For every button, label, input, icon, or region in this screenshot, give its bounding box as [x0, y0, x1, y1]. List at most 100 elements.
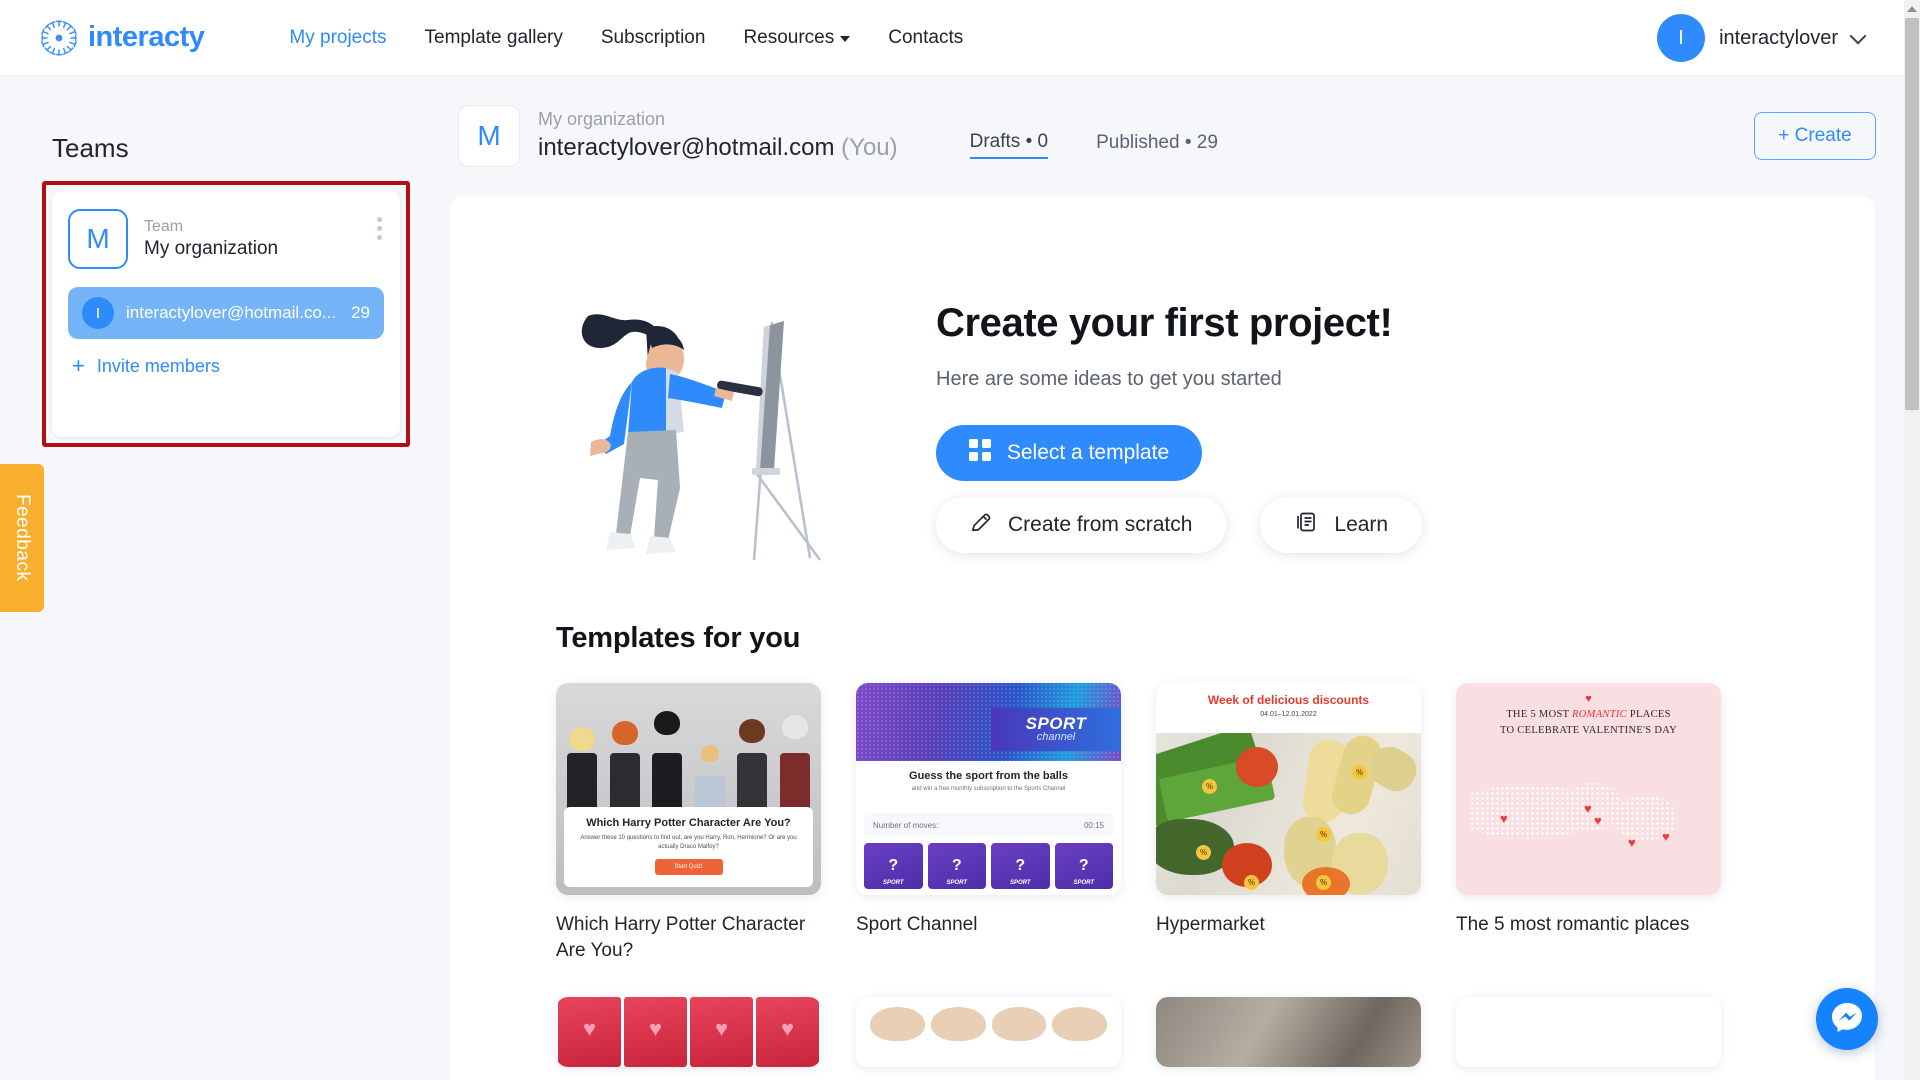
feedback-tab[interactable]: Feedback [0, 464, 44, 612]
template-card[interactable] [856, 997, 1121, 1068]
page-scrollbar[interactable] [1904, 0, 1920, 1080]
template-card[interactable]: SPORT channel Guess the sport from the b… [856, 683, 1121, 963]
template-thumbnail-blank[interactable] [1456, 997, 1721, 1068]
template-thumbnail-romantic-places[interactable]: ♥ THE 5 MOST ROMANTIC PLACES TO CELEBRAT… [1456, 683, 1721, 895]
top-header: interacty My projects Template gallery S… [0, 0, 1904, 76]
brand-logo[interactable]: interacty [40, 19, 205, 57]
nav-item-label: Resources [743, 26, 835, 48]
scroll-up-arrow-icon[interactable] [1904, 0, 1920, 17]
tab-count: 29 [1196, 132, 1218, 153]
nav-item-label: Template gallery [424, 26, 563, 48]
tab-dot: • [1025, 131, 1033, 152]
documents-icon [1294, 510, 1318, 540]
chevron-down-icon [840, 36, 851, 42]
main-panel: M My organization interactylover@hotmail… [448, 76, 1904, 1080]
invite-members-label: Invite members [96, 355, 220, 376]
organization-texts: My organization interactylover@hotmail.c… [538, 107, 898, 165]
template-name: The 5 most romantic places [1456, 914, 1690, 935]
user-menu[interactable]: I interactylover [1657, 0, 1867, 76]
hero-text: Create your first project! Here are some… [936, 301, 1423, 553]
interacty-burst-logo-icon [40, 19, 78, 57]
invite-members-button[interactable]: + Invite members [68, 355, 384, 377]
nav-item-label: Contacts [888, 26, 964, 48]
nav-item-resources[interactable]: Resources [743, 26, 851, 49]
nav-item-label: My projects [289, 26, 387, 48]
template-card[interactable]: Week of delicious discounts 04.01–12.01.… [1156, 683, 1421, 963]
thumb-timer: 00:15 [1083, 820, 1104, 830]
pencil-icon [970, 511, 992, 539]
grid-squares-icon [968, 439, 991, 467]
tab-label: Published [1096, 132, 1180, 153]
plus-icon: + [72, 353, 85, 378]
thumb-line2: TO CELEBRATE VALENTINE'S DAY [1499, 724, 1678, 736]
page-root: interacty My projects Template gallery S… [0, 0, 1920, 1080]
hero-subtitle: Here are some ideas to get you started [936, 368, 1282, 390]
nav-item-subscription[interactable]: Subscription [601, 27, 706, 49]
map-pin-heart-icon: ♥ [1594, 813, 1602, 828]
nav-item-contacts[interactable]: Contacts [888, 27, 963, 49]
template-thumbnail-photo[interactable] [1156, 997, 1421, 1068]
messenger-icon [1829, 999, 1865, 1040]
template-card[interactable] [1156, 997, 1421, 1068]
feedback-label: Feedback [12, 494, 33, 582]
avatar: I [1657, 14, 1706, 62]
member-email: interactylover@hotmail.co... [126, 303, 337, 322]
tab-count: 0 [1037, 131, 1049, 152]
thumb-dates: 04.01–12.01.2022 [1260, 711, 1317, 718]
templates-section-title: Templates for you [556, 622, 801, 654]
sidebar-title: Teams [52, 133, 129, 163]
tab-drafts[interactable]: Drafts • 0 [969, 131, 1049, 159]
template-thumbnail-hearts[interactable] [556, 997, 821, 1068]
template-card[interactable]: ♥ THE 5 MOST ROMANTIC PLACES TO CELEBRAT… [1456, 683, 1721, 963]
create-from-scratch-label: Create from scratch [1008, 513, 1193, 536]
templates-grid-row-2 [556, 997, 1874, 1068]
kebab-menu-icon[interactable] [377, 217, 382, 240]
team-badge: M [68, 209, 128, 269]
learn-label: Learn [1334, 513, 1389, 536]
avatar: I [82, 297, 114, 329]
organization-email-line: interactylover@hotmail.com (You) [538, 132, 898, 164]
map-pin-heart-icon: ♥ [1500, 811, 1508, 826]
messenger-chat-button[interactable] [1816, 988, 1878, 1050]
template-card[interactable] [1456, 997, 1721, 1068]
thumb-paragraph: and win a free monthly subscription to t… [911, 786, 1066, 792]
template-thumbnail-faces[interactable] [856, 997, 1121, 1068]
teams-sidebar: Teams M Team My organization I interacty… [0, 76, 448, 1080]
learn-button[interactable]: Learn [1260, 497, 1423, 553]
template-thumbnail-harry-potter[interactable]: Which Harry Potter Character Are You? An… [556, 683, 821, 895]
select-a-template-label: Select a template [1006, 441, 1170, 464]
member-project-count: 29 [351, 303, 370, 322]
heart-icon: ♥ [1585, 693, 1592, 705]
thumb-start-quiz-button: Start Quiz! [654, 859, 723, 875]
create-from-scratch-button[interactable]: Create from scratch [936, 497, 1227, 553]
thumb-moves-label: Number of moves: [873, 820, 939, 830]
template-card[interactable]: Which Harry Potter Character Are You? An… [556, 683, 821, 963]
organization-bar: M My organization interactylover@hotmail… [448, 76, 1904, 196]
template-thumbnail-hypermarket[interactable]: Week of delicious discounts 04.01–12.01.… [1156, 683, 1421, 895]
thumb-line1-a: THE 5 MOST [1506, 709, 1573, 720]
tab-published[interactable]: Published • 29 [1096, 132, 1218, 158]
thumb-card-brand: SPORT [882, 880, 904, 886]
thumb-heading: Week of delicious discounts [1207, 693, 1370, 707]
thumb-heading: Guess the sport from the balls [909, 770, 1068, 782]
thumb-paragraph: Answer these 10 questions to find out, a… [580, 835, 797, 850]
map-pin-heart-icon: ♥ [1628, 835, 1636, 850]
teams-highlight-box: M Team My organization I interactylover@… [42, 181, 410, 447]
team-row[interactable]: M Team My organization [68, 209, 384, 269]
page-title: Create your first project! [936, 301, 1393, 345]
select-a-template-button[interactable]: Select a template [936, 425, 1202, 481]
thumb-heading: THE 5 MOST ROMANTIC PLACES TO CELEBRATE … [1456, 707, 1721, 739]
create-button[interactable]: + Create [1754, 112, 1876, 160]
template-thumbnail-sport-channel[interactable]: SPORT channel Guess the sport from the b… [856, 683, 1121, 895]
team-member-row[interactable]: I interactylover@hotmail.co... 29 [68, 287, 384, 339]
scrollbar-thumb[interactable] [1905, 18, 1919, 410]
content-card: Create your first project! Here are some… [450, 196, 1874, 1080]
nav-item-template-gallery[interactable]: Template gallery [425, 27, 563, 49]
thumb-line1-b: PLACES [1626, 709, 1671, 720]
thumb-card-glyph: ? [888, 857, 899, 874]
template-card[interactable] [556, 997, 821, 1068]
nav-item-my-projects[interactable]: My projects [289, 27, 386, 49]
user-name: interactylover [1719, 26, 1838, 49]
organization-name: My organization [538, 109, 666, 130]
thumb-brand-sub: channel [1036, 731, 1076, 743]
